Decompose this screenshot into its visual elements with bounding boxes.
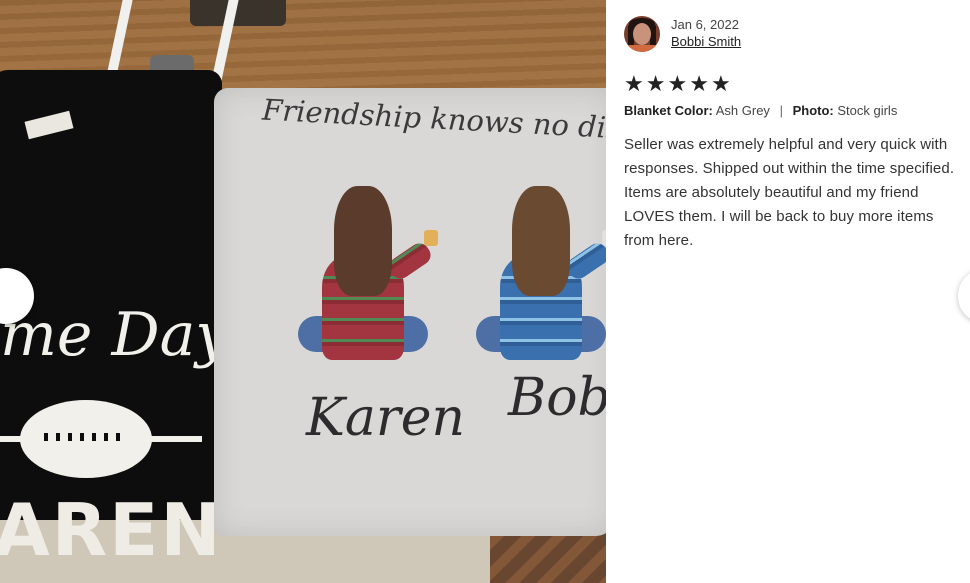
photo-label: Photo: xyxy=(792,103,834,118)
bobbi-cup xyxy=(602,230,606,246)
shirt-name-text: AREN xyxy=(0,488,223,572)
blanket-color-label: Blanket Color: xyxy=(624,103,713,118)
photo-value: Stock girls xyxy=(837,103,898,118)
blanket-name-left: Karen xyxy=(306,388,465,448)
star-icon: ★ xyxy=(667,72,688,97)
star-icon: ★ xyxy=(689,72,709,97)
blanket-color-value: Ash Grey xyxy=(715,103,770,118)
blanket-name-right: Bobb xyxy=(508,368,606,428)
star-rating: ★ ★ ★ ★ ★ xyxy=(624,74,964,96)
bobbi-hair xyxy=(512,186,570,296)
karen-cup xyxy=(424,230,438,246)
review-photo[interactable]: me Day AREN Friendship knows no distance… xyxy=(0,0,606,583)
attribute-separator: | xyxy=(779,103,783,118)
bobbi-illustration xyxy=(476,186,606,376)
shirt-script-text: me Day xyxy=(0,300,230,370)
review-panel: Jan 6, 2022 Bobbi Smith ★ ★ ★ ★ ★ Blanke… xyxy=(624,16,964,253)
review-meta: Jan 6, 2022 Bobbi Smith xyxy=(671,17,741,51)
karen-illustration xyxy=(298,186,438,376)
next-photo-button[interactable] xyxy=(958,270,970,322)
karen-hair xyxy=(334,186,392,296)
star-icon: ★ xyxy=(710,72,731,97)
review-text: Seller was extremely helpful and very qu… xyxy=(624,136,955,249)
reviewer-link[interactable]: Bobbi Smith xyxy=(671,34,741,49)
star-icon: ★ xyxy=(624,72,644,97)
football-graphic xyxy=(0,400,202,478)
avatar[interactable] xyxy=(624,16,660,52)
football-laces xyxy=(44,433,128,441)
blanket-headline: Friendship knows no distance xyxy=(261,92,606,150)
purchase-attributes: Blanket Color: Ash Grey | Photo: Stock g… xyxy=(624,103,964,119)
review-date: Jan 6, 2022 xyxy=(671,17,739,32)
star-icon: ★ xyxy=(645,72,666,97)
review-header: Jan 6, 2022 Bobbi Smith xyxy=(624,16,964,52)
shirt-tag xyxy=(24,110,74,140)
